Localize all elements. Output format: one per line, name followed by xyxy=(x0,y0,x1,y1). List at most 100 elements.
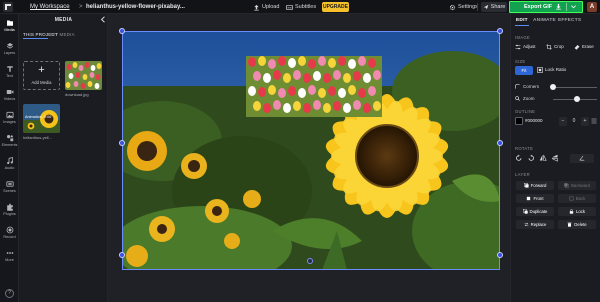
breadcrumb-workspace[interactable]: My Workspace xyxy=(30,2,70,12)
lock-ratio-icon xyxy=(537,67,543,73)
crop-label: Crop xyxy=(554,44,564,49)
canvas-area[interactable] xyxy=(108,14,510,302)
resize-handle-bottom-left[interactable] xyxy=(119,252,125,258)
section-label-rotate: ROTATE xyxy=(515,146,534,151)
rotate-right-icon xyxy=(528,154,534,161)
chevron-down-icon[interactable] xyxy=(570,3,577,10)
plus-icon: + xyxy=(38,64,45,76)
rail-item-elements[interactable]: Elements xyxy=(0,131,19,153)
corners-slider-knob[interactable] xyxy=(550,84,556,90)
outline-style-icon[interactable] xyxy=(591,118,597,124)
rail-item-audio[interactable]: Audio xyxy=(0,154,19,176)
rail-item-media[interactable]: Media xyxy=(0,16,19,38)
rail-item-text[interactable]: Text xyxy=(0,62,19,84)
tulips-overlay-layer[interactable] xyxy=(246,56,382,117)
avatar[interactable]: A xyxy=(587,2,597,12)
outline-decrease-button[interactable]: − xyxy=(559,117,567,126)
lock-label: Lock xyxy=(575,209,586,214)
settings-button[interactable]: Settings xyxy=(449,2,478,12)
rail-item-videos[interactable]: Videos xyxy=(0,85,19,107)
left-rail: Media Layers Text Videos Images Elements… xyxy=(0,14,19,302)
lock-ratio-toggle[interactable]: Lock Ratio xyxy=(537,66,566,74)
media-thumbnail-helianthus[interactable]: Animation, 0:06 xyxy=(23,104,60,133)
media-thumbnail-download[interactable] xyxy=(65,61,102,90)
rail-item-scenes[interactable]: Scenes xyxy=(0,177,19,199)
corners-label: Corners xyxy=(523,84,540,89)
flip-vertical-button[interactable] xyxy=(551,154,560,163)
rail-item-layers[interactable]: Layers xyxy=(0,39,19,61)
export-gif-button[interactable]: Export GIF xyxy=(509,1,583,13)
corners-icon xyxy=(515,84,520,89)
settings-label: Settings xyxy=(458,4,478,10)
layer-backward-button: Backward xyxy=(558,181,596,190)
replace-label: Replace xyxy=(530,222,547,227)
resize-handle-left[interactable] xyxy=(119,140,125,146)
rotation-input[interactable] xyxy=(570,154,594,163)
video-icon xyxy=(6,90,13,94)
app-logo-icon[interactable] xyxy=(3,2,13,12)
resize-handle-top-left[interactable] xyxy=(119,28,125,34)
angle-icon xyxy=(579,155,585,161)
resize-handle-bottom-right[interactable] xyxy=(497,252,503,258)
tab-my-media[interactable]: MY MEDIA xyxy=(51,32,75,37)
delete-button[interactable]: Delete xyxy=(558,220,596,229)
add-media-button[interactable]: + Add Media xyxy=(23,61,60,90)
lock-button[interactable]: Lock xyxy=(558,207,596,216)
rail-label-plugins: Plugins xyxy=(3,212,16,216)
tab-effects[interactable]: EFFECTS xyxy=(558,18,581,23)
outline-increase-button[interactable]: + xyxy=(581,117,589,126)
resize-handle-top-right[interactable] xyxy=(497,28,503,34)
upgrade-button[interactable]: UPGRADE xyxy=(322,2,349,12)
rotate-right-button[interactable] xyxy=(527,154,536,163)
layer-front-button[interactable]: Front xyxy=(516,194,554,203)
crop-icon xyxy=(546,44,552,50)
upload-icon xyxy=(254,4,259,10)
section-label-layer: LAYER xyxy=(515,172,530,177)
adjust-button[interactable]: Adjust xyxy=(515,43,536,51)
fit-button[interactable]: Fit xyxy=(515,66,533,75)
zoom-slider-knob[interactable] xyxy=(574,96,581,102)
thumbnail-tag: Animation, 0:06 xyxy=(25,115,52,119)
rail-item-record[interactable]: Record xyxy=(0,223,19,245)
upload-button[interactable]: Upload xyxy=(253,2,279,12)
crop-button[interactable]: Crop xyxy=(546,43,564,51)
top-bar: My Workspace > helianthus-yellow-flower-… xyxy=(0,0,600,14)
resize-handle-right[interactable] xyxy=(497,140,503,146)
subtitles-button[interactable]: Subtitles xyxy=(286,2,316,12)
subtitles-icon xyxy=(286,4,293,10)
help-button[interactable]: ? xyxy=(5,289,14,298)
collapse-panel-icon[interactable] xyxy=(100,16,106,23)
rail-label-record: Record xyxy=(3,235,16,239)
replace-button[interactable]: Replace xyxy=(516,220,554,229)
flip-horizontal-button[interactable] xyxy=(539,154,548,163)
properties-panel: EDIT ANIMATE EFFECTS IMAGE Adjust Crop E… xyxy=(510,14,600,302)
outline-color-swatch[interactable] xyxy=(515,117,523,125)
send-to-back-icon xyxy=(569,196,574,201)
zoom-slider-row: Zoom xyxy=(515,95,597,103)
erase-button[interactable]: Erase xyxy=(574,43,594,51)
more-icon xyxy=(6,252,13,254)
layers-icon xyxy=(6,43,13,49)
project-filename[interactable]: helianthus-yellow-flower-pixabay... xyxy=(86,2,185,12)
outline-width-value[interactable]: 0 xyxy=(569,117,579,126)
elements-icon xyxy=(6,134,13,142)
audio-icon xyxy=(6,157,13,165)
adjust-label: Adjust xyxy=(523,44,536,49)
bring-forward-icon xyxy=(523,183,529,188)
layer-forward-button[interactable]: Forward xyxy=(516,181,554,190)
duplicate-button[interactable]: Duplicate xyxy=(516,207,554,216)
tab-animate[interactable]: ANIMATE xyxy=(533,18,556,23)
rail-item-more[interactable]: More xyxy=(0,246,19,268)
back-label: Back xyxy=(575,196,586,201)
rotate-left-button[interactable] xyxy=(515,154,524,163)
forward-label: Forward xyxy=(530,183,547,188)
send-backward-icon xyxy=(564,183,569,188)
fit-label: Fit xyxy=(521,68,527,73)
rail-item-images[interactable]: Images xyxy=(0,108,19,130)
rail-item-plugins[interactable]: Plugins xyxy=(0,200,19,222)
corners-slider-track[interactable] xyxy=(553,87,597,88)
outline-color-value[interactable]: #000000 xyxy=(525,118,543,123)
tab-edit[interactable]: EDIT xyxy=(516,18,528,23)
share-button[interactable]: Share xyxy=(481,2,507,12)
rotate-handle[interactable] xyxy=(307,258,313,264)
